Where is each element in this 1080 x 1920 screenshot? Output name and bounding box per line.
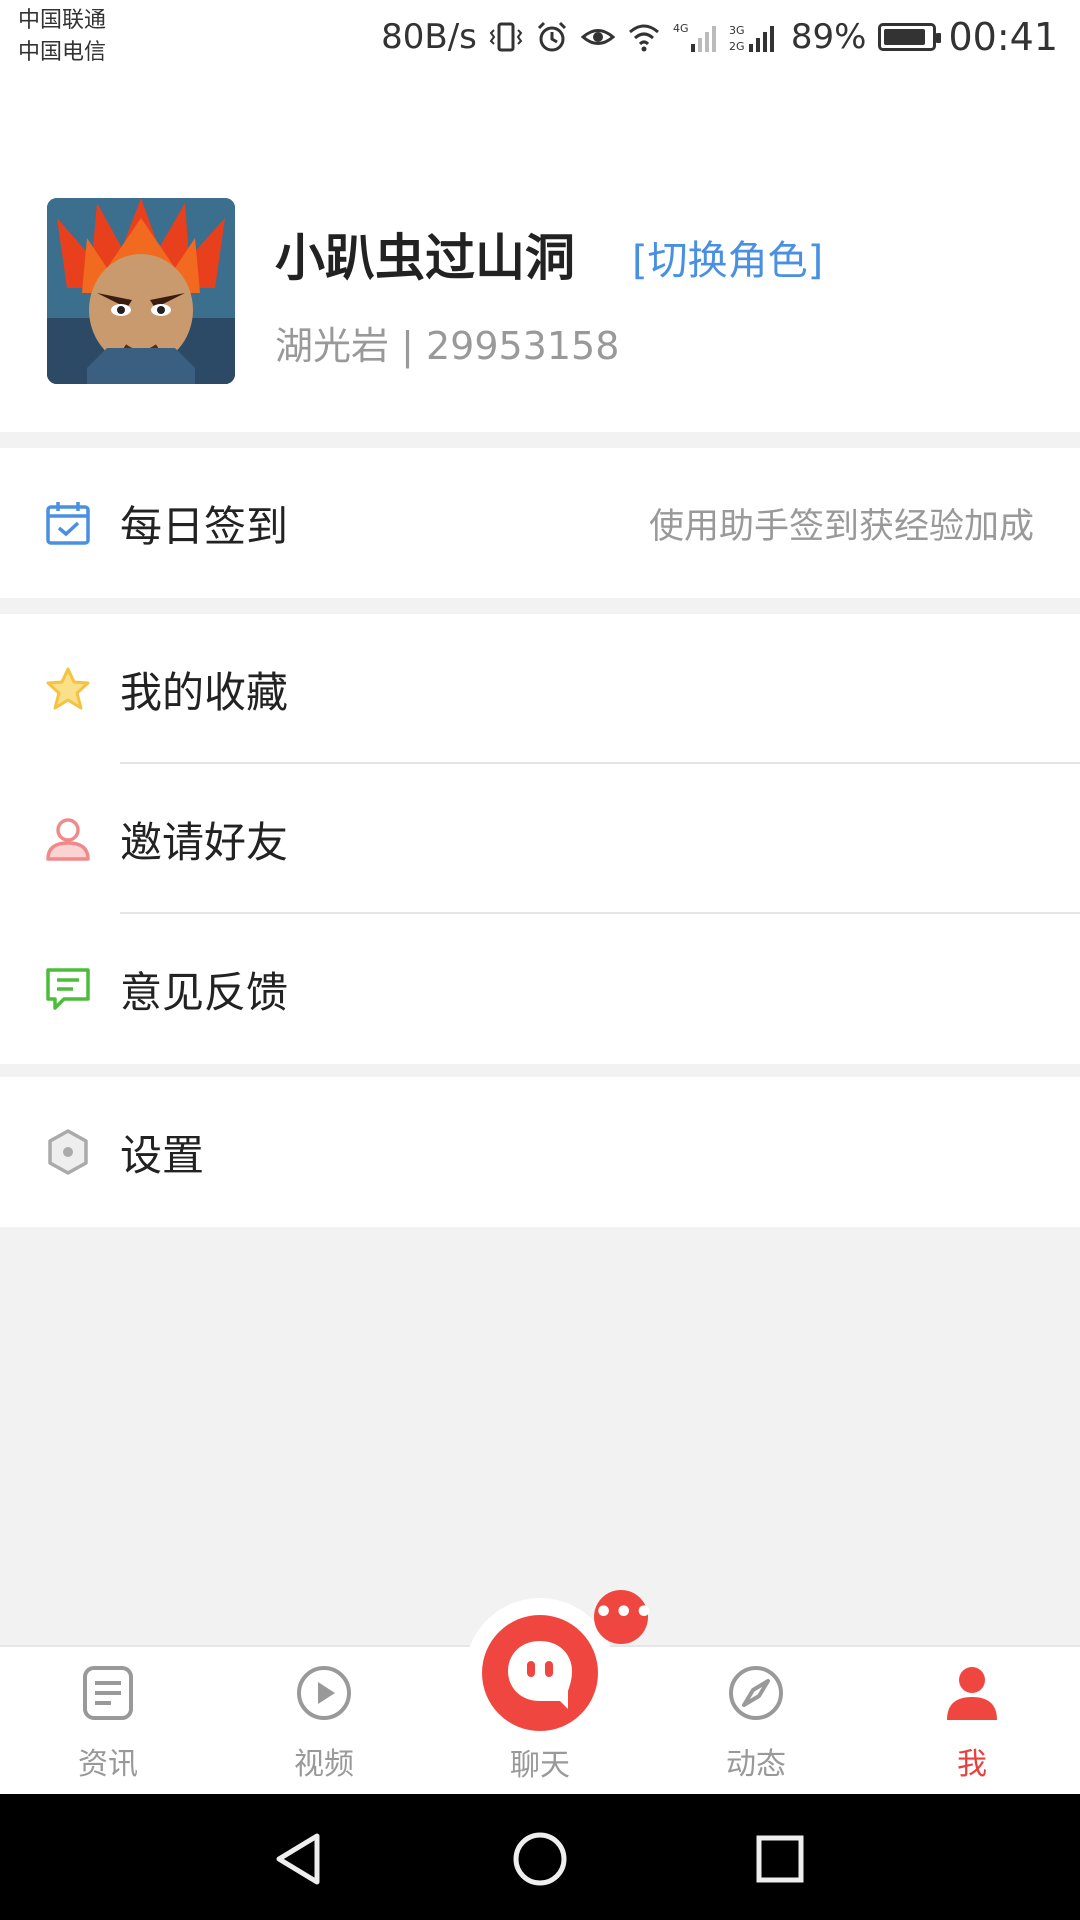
checkin-section: 每日签到 使用助手签到获经验加成 — [0, 448, 1080, 598]
settings-section: 设置 — [0, 1077, 1080, 1227]
tab-news[interactable]: 资讯 — [38, 1647, 178, 1796]
profile-header[interactable]: 小趴虫过山洞 [切换角色] 湖光岩 | 29953158 — [0, 80, 1080, 432]
message-icon — [46, 968, 90, 1010]
tab-moments[interactable]: 动态 — [686, 1647, 826, 1796]
net-speed: 80B/s — [381, 17, 477, 57]
tab-chat[interactable] — [465, 1598, 615, 1748]
eye-icon — [580, 29, 615, 45]
chat-icon — [508, 1641, 572, 1709]
settings-label: 设置 — [120, 1130, 205, 1180]
svg-text:2G: 2G — [729, 40, 745, 53]
tab-me[interactable]: 我 — [902, 1647, 1042, 1796]
tab-news-label: 资讯 — [78, 1747, 138, 1782]
invite-row[interactable]: 邀请好友 — [0, 764, 1080, 914]
switch-role-link[interactable]: [切换角色] — [632, 228, 823, 286]
avatar[interactable] — [47, 198, 235, 384]
person-icon — [947, 1667, 997, 1720]
compass-icon — [729, 1666, 783, 1720]
star-icon — [46, 667, 90, 710]
clock: 00:41 — [948, 15, 1058, 59]
chat-button[interactable] — [482, 1615, 598, 1731]
invite-label: 邀请好友 — [120, 817, 289, 867]
feedback-row[interactable]: 意见反馈 — [0, 914, 1080, 1064]
vibrate-icon — [489, 22, 523, 52]
status-icons: 80B/s 4G 3G 2G 89% 00:41 — [381, 12, 1058, 62]
favorites-row[interactable]: 我的收藏 — [0, 614, 1080, 764]
signal-3g-2g-icon: 3G2G — [729, 24, 774, 53]
checkin-row[interactable]: 每日签到 使用助手签到获经验加成 — [0, 448, 1080, 598]
tab-chat-label: 聊天 — [510, 1748, 570, 1783]
svg-text:4G: 4G — [673, 22, 689, 35]
wifi-icon — [628, 24, 659, 52]
profile-server-id: 湖光岩 | 29953158 — [275, 324, 620, 368]
battery-percent: 89% — [790, 17, 867, 57]
recents-icon[interactable] — [745, 1824, 815, 1894]
tab-me-label: 我 — [957, 1747, 987, 1782]
back-icon[interactable] — [265, 1824, 335, 1894]
battery-icon — [878, 23, 942, 51]
hexagon-settings-icon — [48, 1129, 88, 1175]
avatar-image — [47, 198, 235, 384]
tab-video-label: 视频 — [294, 1747, 354, 1782]
checkin-label: 每日签到 — [120, 501, 289, 551]
news-icon — [83, 1666, 133, 1720]
signal-4g-icon: 4G — [673, 22, 716, 52]
battery-level — [884, 29, 926, 45]
profile-name: 小趴虫过山洞 — [275, 229, 575, 287]
home-icon[interactable] — [505, 1824, 575, 1894]
system-nav-bar — [0, 1794, 1080, 1920]
calendar-check-icon — [46, 502, 90, 545]
svg-text:3G: 3G — [729, 24, 745, 37]
feedback-label: 意见反馈 — [120, 967, 289, 1017]
settings-row[interactable]: 设置 — [0, 1077, 1080, 1227]
tab-video[interactable]: 视频 — [254, 1647, 394, 1796]
tab-moments-label: 动态 — [726, 1747, 786, 1782]
chat-badge: ••• — [594, 1590, 654, 1644]
menu-section: 我的收藏 邀请好友 意见反馈 — [0, 614, 1080, 1064]
status-bar: 中国联通 中国电信 80B/s 4G 3G 2G 89% 00:41 — [0, 0, 1080, 80]
user-icon — [46, 818, 90, 861]
carrier-2: 中国电信 — [18, 40, 107, 65]
carrier-1: 中国联通 — [18, 8, 107, 33]
alarm-icon — [537, 21, 566, 52]
screen: 中国联通 中国电信 80B/s 4G 3G 2G 89% 00:41 小趴虫过山… — [0, 0, 1080, 1920]
favorites-label: 我的收藏 — [120, 667, 289, 717]
play-icon — [297, 1666, 351, 1720]
checkin-hint: 使用助手签到获经验加成 — [648, 506, 1034, 547]
